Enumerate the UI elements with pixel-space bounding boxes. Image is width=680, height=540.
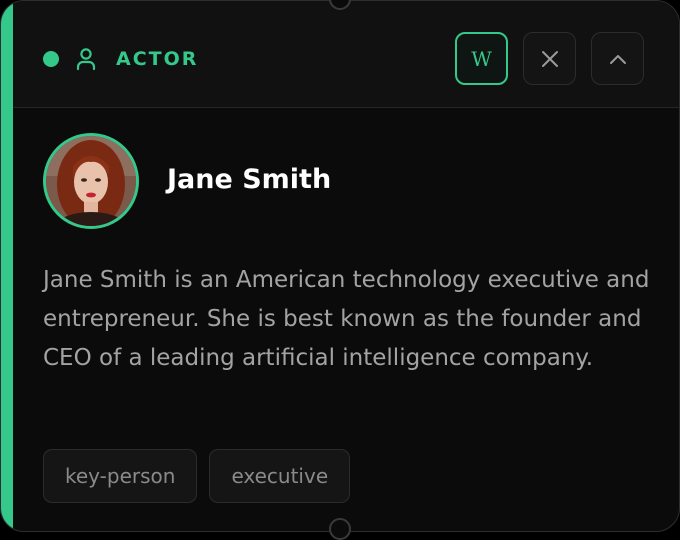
card-header: ACTOR W xyxy=(13,1,679,108)
entity-card: ACTOR W Jane Smith Jane Smith is an Amer… xyxy=(0,0,680,532)
user-icon xyxy=(76,48,96,71)
entity-type-label: ACTOR xyxy=(116,48,199,70)
accent-bar xyxy=(1,1,13,531)
entity-description: Jane Smith is an American technology exe… xyxy=(43,267,650,371)
tag-executive[interactable]: executive xyxy=(209,449,351,503)
tag-key-person[interactable]: key-person xyxy=(43,449,198,503)
close-icon xyxy=(541,50,558,67)
status-dot xyxy=(43,51,59,67)
avatar xyxy=(43,133,139,229)
tag-list: key-person executive xyxy=(43,449,351,503)
avatar-portrait xyxy=(46,136,136,226)
close-button[interactable] xyxy=(523,32,576,85)
chevron-up-icon xyxy=(609,54,626,64)
collapse-button[interactable] xyxy=(591,32,644,85)
wikipedia-icon: W xyxy=(471,46,492,71)
entity-name: Jane Smith xyxy=(167,164,332,195)
wikipedia-button[interactable]: W xyxy=(455,32,508,85)
bottom-connector-handle[interactable] xyxy=(329,518,351,540)
